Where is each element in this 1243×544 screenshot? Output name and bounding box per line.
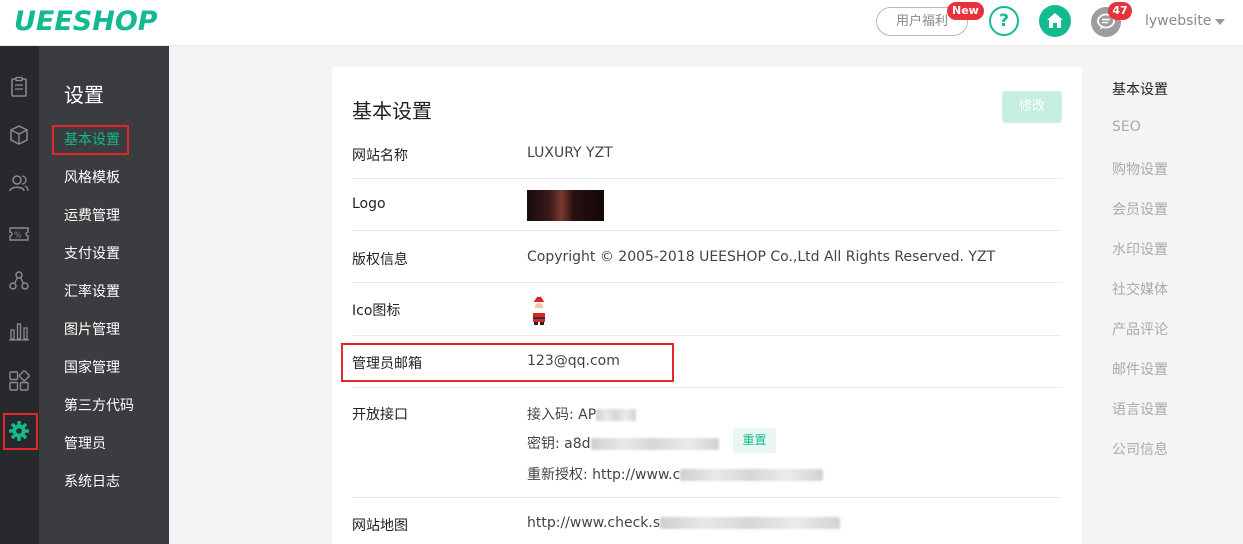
- submenu-item-countries[interactable]: 国家管理: [64, 358, 120, 378]
- divider: [352, 335, 1062, 336]
- active-item-highlight-box: [52, 125, 129, 155]
- submenu-item-theme[interactable]: 风格模板: [64, 168, 120, 188]
- message-count-badge: 47: [1108, 2, 1132, 20]
- sitemap-row: http://www.check.s: [527, 515, 841, 531]
- coupon-icon[interactable]: %: [6, 221, 32, 247]
- submenu-item-payment[interactable]: 支付设置: [64, 244, 120, 264]
- stats-icon[interactable]: [6, 318, 32, 344]
- settings-submenu: 设置 基本设置 风格模板 运费管理 支付设置 汇率设置 图片管理 国家管理 第三…: [39, 46, 169, 544]
- redacted-text: [680, 469, 824, 481]
- access-code-row: 接入码: AP: [527, 404, 637, 424]
- anchor-social-media[interactable]: 社交媒体: [1112, 279, 1168, 299]
- anchor-member-settings[interactable]: 会员设置: [1112, 199, 1168, 219]
- logo-label: Logo: [352, 196, 386, 212]
- santa-favicon-icon: [527, 293, 551, 325]
- site-name-label: 网站名称: [352, 148, 408, 164]
- anchor-watermark-settings[interactable]: 水印设置: [1112, 239, 1168, 259]
- redacted-text: [590, 438, 719, 450]
- orders-icon[interactable]: [6, 74, 32, 100]
- sitemap-url-value: http://www.check.s: [527, 515, 661, 531]
- secret-key-value: 密钥: a8d: [527, 436, 591, 452]
- products-icon[interactable]: [6, 122, 32, 148]
- email-highlight-box: [341, 343, 674, 382]
- help-icon[interactable]: ?: [989, 6, 1019, 36]
- top-bar: UEESHOP 用户福利 New ? 47 lywebsite: [0, 0, 1243, 46]
- page-title: 基本设置: [352, 99, 432, 123]
- submenu-item-shipping[interactable]: 运费管理: [64, 206, 120, 226]
- anchor-email-settings[interactable]: 邮件设置: [1112, 359, 1168, 379]
- settings-highlight-box: [3, 413, 38, 450]
- chevron-down-icon[interactable]: [1215, 19, 1225, 25]
- submenu-item-third-party-code[interactable]: 第三方代码: [64, 396, 134, 416]
- divider: [352, 497, 1062, 498]
- share-icon[interactable]: [6, 268, 32, 294]
- anchor-company-info[interactable]: 公司信息: [1112, 439, 1168, 459]
- submenu-item-exchange-rate[interactable]: 汇率设置: [64, 282, 120, 302]
- anchor-basic-settings[interactable]: 基本设置: [1112, 79, 1168, 99]
- anchor-product-reviews[interactable]: 产品评论: [1112, 319, 1168, 339]
- home-icon[interactable]: [1039, 5, 1071, 37]
- submenu-item-images[interactable]: 图片管理: [64, 320, 120, 340]
- copyright-value: Copyright © 2005-2018 UEESHOP Co.,Ltd Al…: [527, 249, 996, 265]
- users-icon[interactable]: [6, 170, 32, 196]
- redacted-text: [660, 517, 841, 529]
- divider: [352, 178, 1062, 179]
- anchor-seo[interactable]: SEO: [1112, 119, 1141, 135]
- divider: [352, 230, 1062, 231]
- logo-thumbnail: [527, 190, 604, 221]
- basic-settings-panel: 基本设置 修改 网站名称 LUXURY YZT Logo 版权信息 Copyri…: [332, 67, 1082, 544]
- divider: [352, 282, 1062, 283]
- submenu-item-admins[interactable]: 管理员: [64, 434, 106, 454]
- divider: [352, 387, 1062, 388]
- open-api-label: 开放接口: [352, 407, 408, 423]
- submenu-title: 设置: [64, 83, 104, 107]
- access-code-value: 接入码: AP: [527, 407, 597, 423]
- anchor-language-settings[interactable]: 语言设置: [1112, 399, 1168, 419]
- copyright-label: 版权信息: [352, 252, 408, 268]
- submenu-item-system-log[interactable]: 系统日志: [64, 472, 120, 492]
- anchor-shopping-settings[interactable]: 购物设置: [1112, 159, 1168, 179]
- secret-key-row: 密钥: a8d: [527, 433, 719, 453]
- reset-key-button[interactable]: 重置: [733, 428, 776, 453]
- reauth-row: 重新授权: http://www.c: [527, 464, 824, 484]
- brand-logo[interactable]: UEESHOP: [14, 6, 158, 37]
- user-menu[interactable]: lywebsite: [1145, 13, 1211, 29]
- new-badge: New: [947, 2, 984, 20]
- site-name-value: LUXURY YZT: [527, 145, 613, 161]
- redacted-text: [596, 409, 637, 421]
- edit-button[interactable]: 修改: [1002, 91, 1062, 123]
- svg-text:%: %: [14, 231, 22, 240]
- sitemap-label: 网站地图: [352, 518, 408, 534]
- ico-label: Ico图标: [352, 303, 401, 319]
- icon-rail: %: [0, 46, 39, 544]
- apps-icon[interactable]: [6, 368, 32, 394]
- reauth-url-value: 重新授权: http://www.c: [527, 467, 681, 483]
